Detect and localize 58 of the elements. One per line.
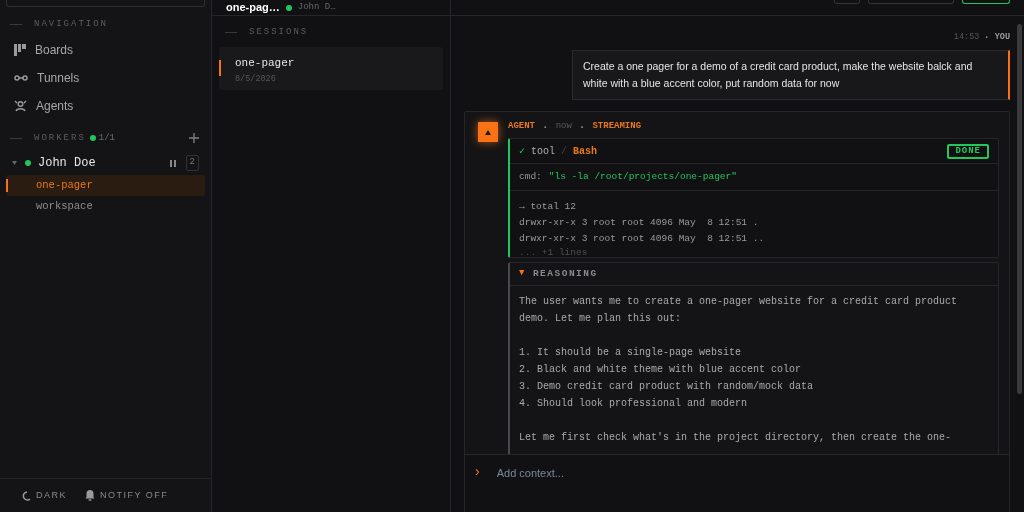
status-badge: DONE (947, 143, 989, 159)
reasoning-line: demo. Let me plan this out: (519, 312, 683, 326)
user-label: John D… (297, 2, 336, 13)
tool-name: Bash (573, 144, 598, 159)
prompt-icon: › (475, 463, 480, 479)
reasoning-line: The user wants me to create a one-pager website for a credit card product (519, 295, 959, 309)
output-line: → total 12 (519, 200, 577, 214)
tool-label: tool (531, 144, 556, 159)
reasoning-line: Let me first check what's in the project directory, then create the one- (519, 431, 953, 445)
reasoning-line: 4. Should look professional and modern (519, 397, 749, 411)
moon-icon (21, 490, 31, 501)
agent-author: AGENT (508, 120, 535, 134)
session-count: 2 (185, 155, 199, 171)
message-time: 14:53 (953, 31, 980, 44)
bell-icon (85, 490, 95, 501)
person-icon (14, 99, 27, 112)
footer-toggle[interactable]: NOTIFY OFF (85, 488, 169, 503)
output-line: drwxr-xr-x 3 root root 4096 May 8 12:51 .. (519, 232, 766, 246)
board-columns-icon (14, 43, 26, 56)
nav-item[interactable]: Agents (0, 91, 211, 120)
user-message: Create a one pager for a demo of a credit card product, make the website balck and white with a blue accent color, put random data for now (572, 50, 1010, 100)
command-value: "ls -la /root/projects/one-pager" (548, 169, 737, 184)
pause-icon[interactable] (169, 159, 176, 167)
add-button[interactable] (189, 133, 201, 144)
more-lines: ... +1 lines (519, 247, 589, 257)
agent-status: STREAMING (592, 120, 642, 134)
section-heading: WORKERS (34, 131, 86, 145)
toolbar-button[interactable] (962, 0, 1010, 4)
panel-title: one-pag… (226, 1, 280, 14)
reasoning-toggle[interactable]: ▼ REASONING (510, 263, 998, 286)
message-time: now (555, 120, 572, 134)
scrollbar-thumb[interactable] (1017, 24, 1022, 394)
section-heading: SESSIONS (249, 26, 309, 39)
input-field[interactable]: Add context... (496, 465, 897, 482)
reasoning-line: 3. Demo credit card product with random/mock data (519, 380, 815, 394)
link-icon (14, 73, 28, 82)
path-separator: / (561, 144, 568, 159)
search-field[interactable] (6, 0, 205, 7)
reasoning-line: 1. It should be a single-page website (519, 346, 743, 360)
agent-avatar (478, 122, 498, 142)
session-item[interactable]: workspace (6, 196, 205, 217)
section-heading: NAVIGATION (34, 18, 108, 31)
separator-dot: · (578, 119, 586, 135)
output-line: drwxr-xr-x 3 root root 4096 May 8 12:51 . (519, 216, 760, 230)
nav-item[interactable]: Tunnels (0, 63, 211, 92)
reasoning-line: 2. Black and white theme with blue accent color (519, 363, 803, 377)
separator-dot: · (542, 119, 549, 135)
session-item[interactable]: one-pager (6, 175, 205, 196)
worker-name[interactable]: John Doe (38, 154, 163, 172)
footer-toggle[interactable]: DARK (21, 488, 67, 503)
check-mark: ✓ (519, 144, 526, 159)
worker-count: 1/1 (98, 131, 115, 145)
command-label: cmd: (519, 169, 542, 184)
session-title: one-pager (235, 55, 296, 71)
nav-item[interactable]: Boards (0, 35, 211, 64)
caret-icon[interactable] (12, 161, 18, 165)
separator-dot: · (985, 31, 989, 45)
message-author: YOU (994, 31, 1010, 44)
